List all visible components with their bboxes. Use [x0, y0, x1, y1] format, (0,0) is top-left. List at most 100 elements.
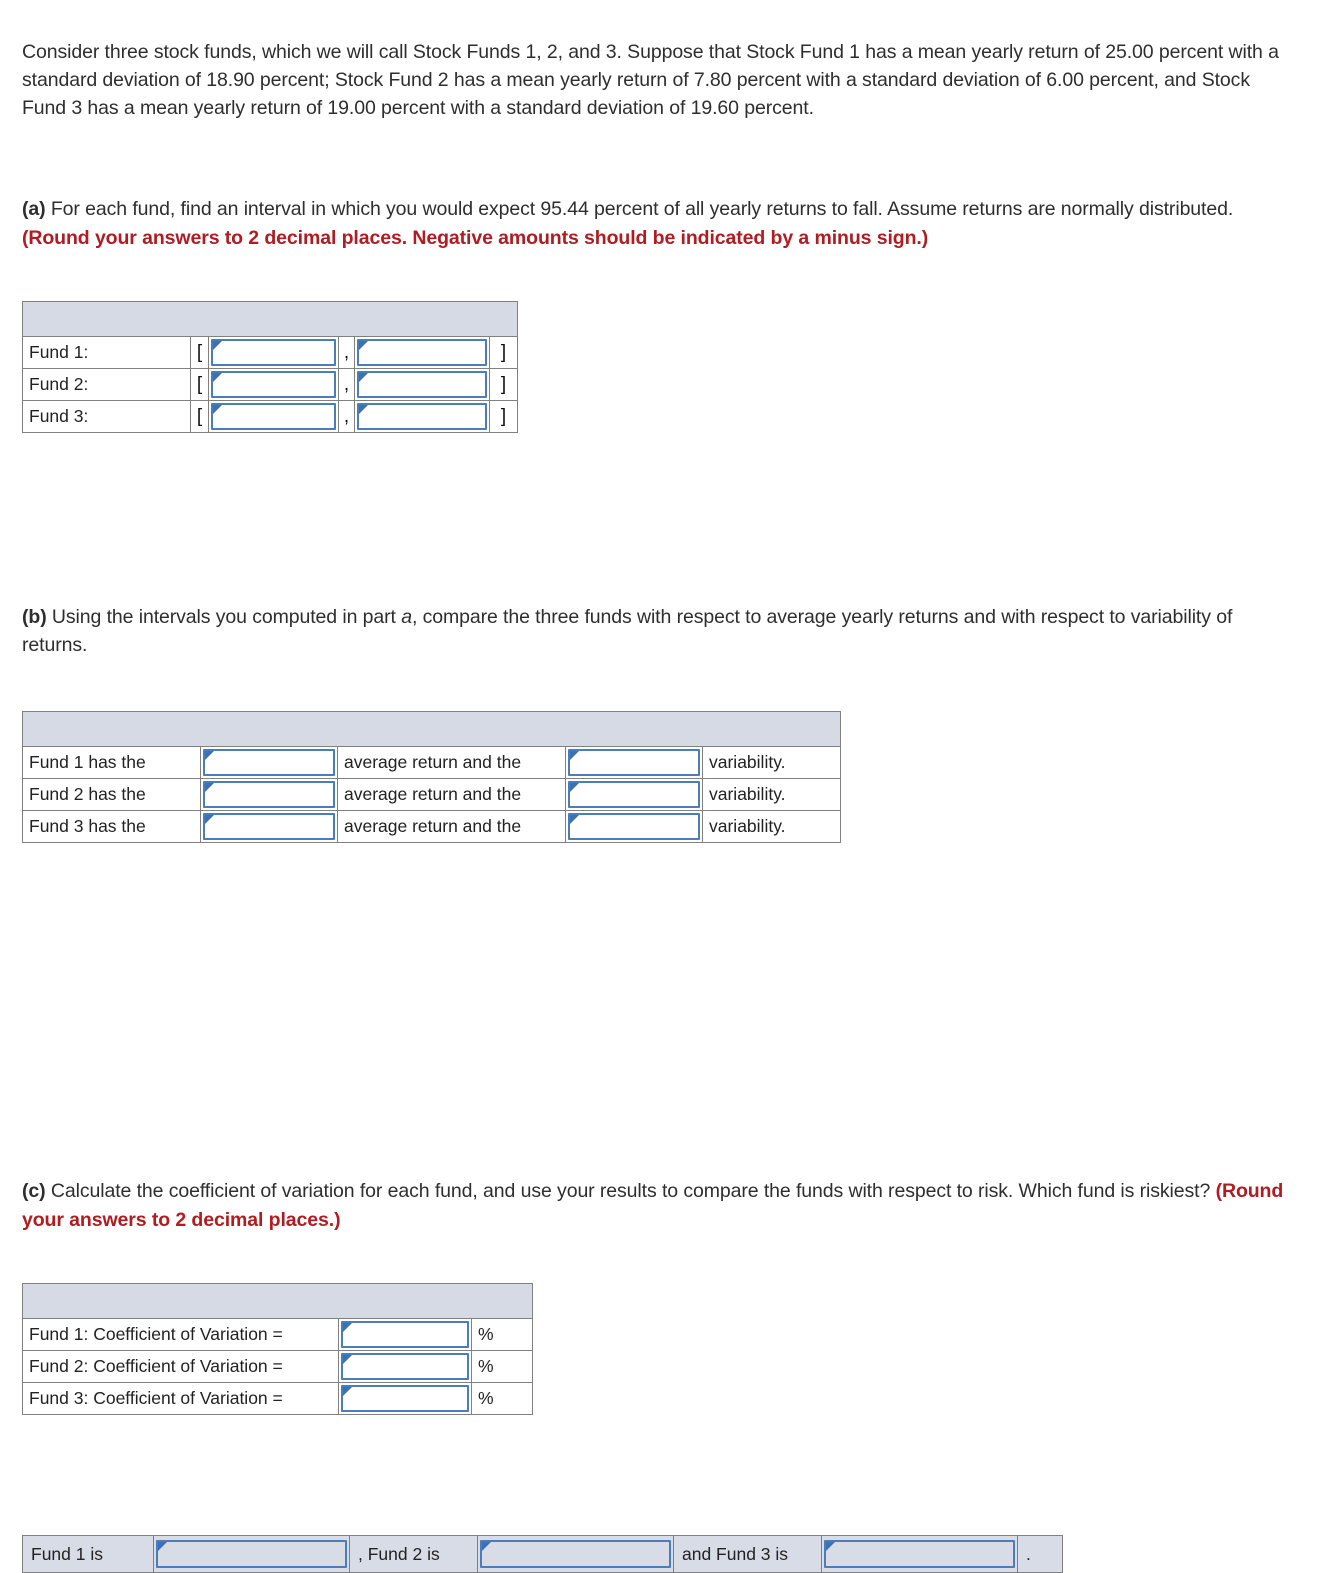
part-b-row-0-prefix: Fund 1 has the	[29, 751, 146, 772]
part-b-label: (b)	[22, 605, 47, 628]
fund1-variability-select[interactable]	[568, 748, 700, 776]
part-c-row-0-label: Fund 1: Coefficient of Variation =	[29, 1324, 283, 1345]
open-bracket: [	[196, 341, 203, 363]
table-row: Fund 3: Coefficient of Variation = %	[22, 1382, 534, 1416]
fund1-risk-select[interactable]	[156, 1540, 347, 1569]
part-b-row-2-suffix-cell: variability.	[701, 809, 842, 843]
strip-segment-3-value-cell	[821, 1535, 1018, 1573]
table-row: Fund 2 has the average return and the va…	[22, 777, 842, 811]
part-b-row-1-prefix-cell: Fund 2 has the	[22, 777, 201, 811]
part-a-row-1-lower-cell	[208, 368, 339, 402]
fund2-upper-bound-input[interactable]	[357, 371, 487, 399]
part-a-row-1-open-bracket-cell: [	[190, 368, 209, 402]
part-b-row-0-middle: average return and the	[344, 751, 522, 772]
fund2-lower-bound-input[interactable]	[211, 371, 336, 399]
part-c-row-2-unit-cell: %	[470, 1382, 534, 1416]
part-b-row-1-middle-cell: average return and the	[337, 777, 566, 811]
part-c-row-1-label-cell: Fund 2: Coefficient of Variation =	[22, 1350, 339, 1384]
part-b-row-0-suffix-cell: variability.	[701, 745, 842, 779]
fund1-lower-bound-input[interactable]	[211, 339, 336, 367]
table-row: Fund 1: [ , ]	[22, 336, 519, 370]
fund2-variability-select[interactable]	[568, 780, 700, 808]
part-c-question: (c) Calculate the coefficient of variati…	[22, 1177, 1297, 1234]
part-b-row-1-prefix: Fund 2 has the	[29, 783, 146, 804]
part-a-row-0-close-bracket-cell: ]	[488, 336, 519, 370]
fund2-average-return-select[interactable]	[203, 780, 335, 808]
part-c-table: Fund 1: Coefficient of Variation = % Fun…	[21, 1283, 534, 1416]
strip-segment-2-label-cell: , Fund 2 is	[349, 1535, 478, 1573]
fund3-variability-select[interactable]	[568, 812, 700, 840]
strip-segment-1-label-cell: Fund 1 is	[22, 1535, 154, 1573]
part-b-row-0-return-cell	[200, 745, 338, 779]
part-c-row-0-value-cell	[338, 1318, 472, 1352]
part-a-row-2-label: Fund 3:	[29, 406, 89, 427]
part-c-row-2-value-cell	[338, 1382, 472, 1416]
part-a-row-1-label-cell: Fund 2:	[22, 368, 191, 402]
percent-unit-label: %	[478, 1356, 494, 1377]
part-c-header-cell	[21, 1283, 534, 1320]
fund1-average-return-select[interactable]	[203, 748, 335, 776]
part-b-row-1-return-cell	[200, 777, 338, 811]
strip-segment-2-value-cell	[477, 1535, 674, 1573]
fund1-upper-bound-input[interactable]	[357, 339, 487, 367]
open-bracket: [	[196, 405, 203, 427]
strip-fund3-label: and Fund 3 is	[682, 1543, 789, 1564]
percent-unit-label: %	[478, 1324, 494, 1345]
fund3-upper-bound-input[interactable]	[357, 403, 487, 431]
fund3-risk-select[interactable]	[824, 1540, 1015, 1569]
part-b-italic-word: a	[401, 605, 412, 628]
part-c-text: Calculate the coefficient of variation f…	[45, 1180, 1216, 1203]
intro-paragraph: Consider three stock funds, which we wil…	[22, 40, 1279, 120]
part-a-row-2-lower-cell	[208, 400, 339, 434]
part-a-header-cell	[21, 301, 519, 338]
fund2-coefficient-of-variation-input[interactable]	[341, 1353, 469, 1381]
part-b-table-header-row	[21, 710, 842, 747]
close-bracket: ]	[500, 373, 507, 395]
open-bracket: [	[196, 373, 203, 395]
table-row: Fund 2: [ , ]	[22, 368, 519, 402]
worksheet-page: Consider three stock funds, which we wil…	[0, 0, 1339, 1573]
part-c-table-header-row	[21, 1283, 534, 1320]
fund3-average-return-select[interactable]	[203, 812, 335, 840]
part-c-row-0-label-cell: Fund 1: Coefficient of Variation =	[22, 1318, 339, 1352]
fund2-risk-select[interactable]	[480, 1540, 671, 1569]
part-b-row-2-variability-cell	[565, 809, 703, 843]
part-c-label: (c)	[22, 1180, 46, 1203]
part-a-label: (a)	[22, 198, 46, 221]
part-b-header-cell	[21, 710, 842, 747]
close-bracket: ]	[500, 405, 507, 427]
strip-terminator: .	[1026, 1543, 1031, 1564]
part-a-table: Fund 1: [ , ] Fund 2: [ , ] Fund 3: [ ,	[21, 301, 519, 434]
part-a-row-1-upper-cell	[354, 368, 490, 402]
part-b-row-0-variability-cell	[565, 745, 703, 779]
part-a-row-0-upper-cell	[354, 336, 490, 370]
part-a-row-2-label-cell: Fund 3:	[22, 400, 191, 434]
table-row: Fund 1 has the average return and the va…	[22, 745, 842, 779]
part-a-row-2-open-bracket-cell: [	[190, 400, 209, 434]
part-c-row-1-value-cell	[338, 1350, 472, 1384]
part-c-row-2-label-cell: Fund 3: Coefficient of Variation =	[22, 1382, 339, 1416]
fund1-coefficient-of-variation-input[interactable]	[341, 1321, 469, 1349]
part-a-row-2-close-bracket-cell: ]	[488, 400, 519, 434]
part-b-row-0-middle-cell: average return and the	[337, 745, 566, 779]
fund3-coefficient-of-variation-input[interactable]	[341, 1385, 469, 1413]
part-b-text-before: Using the intervals you computed in part	[46, 605, 402, 628]
comma-separator: ,	[343, 405, 350, 427]
part-c-row-2-label: Fund 3: Coefficient of Variation =	[29, 1388, 283, 1409]
table-row: Fund 2: Coefficient of Variation = %	[22, 1350, 534, 1384]
part-c-row-1-label: Fund 2: Coefficient of Variation =	[29, 1356, 283, 1377]
strip-terminator-cell: .	[1017, 1535, 1063, 1573]
part-b-row-1-variability-cell	[565, 777, 703, 811]
part-b-row-2-prefix-cell: Fund 3 has the	[22, 809, 201, 843]
fund3-lower-bound-input[interactable]	[211, 403, 336, 431]
risk-summary-strip: Fund 1 is , Fund 2 is and Fund 3 is .	[22, 1535, 1063, 1573]
part-a-text: For each fund, find an interval in which…	[45, 198, 1234, 221]
part-a-row-2-separator-cell: ,	[338, 400, 355, 434]
part-b-row-2-middle: average return and the	[344, 815, 522, 836]
part-b-row-1-suffix: variability.	[709, 783, 786, 804]
part-b-row-0-prefix-cell: Fund 1 has the	[22, 745, 201, 779]
table-row: Fund 3: [ , ]	[22, 400, 519, 434]
